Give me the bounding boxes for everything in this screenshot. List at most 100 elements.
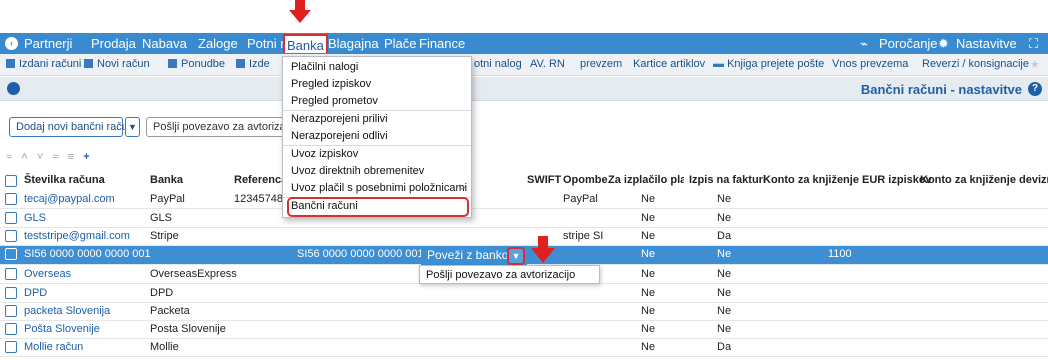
payroll-cell: Ne <box>641 193 656 205</box>
col-konto-eur[interactable]: Konto za knjiženje EUR izpiskov <box>763 174 932 186</box>
chevron-down-icon[interactable]: ▼ <box>507 247 525 265</box>
reports-link[interactable]: Poročanje <box>879 36 938 51</box>
chevron-down-icon[interactable]: ˅ <box>37 151 43 163</box>
expand-all-icon[interactable]: ≈ <box>52 151 58 163</box>
payroll-cell: Ne <box>641 268 656 280</box>
toolbar-vnos-prevzema[interactable]: Vnos prevzema <box>832 58 908 70</box>
page-title: Bančni računi - nastavitve <box>860 82 1022 97</box>
col-notes[interactable]: Opombe <box>563 174 608 186</box>
invoice-cell: Ne <box>717 212 732 224</box>
star-icon[interactable]: ★ <box>1030 58 1040 71</box>
menu-banka[interactable]: Banka <box>283 34 328 53</box>
connect-bank-label[interactable]: Poveži z banko <box>427 248 508 262</box>
notes-cell: stripe SI <box>563 230 604 242</box>
col-account[interactable]: Številka računa <box>24 174 105 186</box>
help-icon[interactable]: ? <box>1028 82 1042 96</box>
col-invoice[interactable]: Izpis na fakturi <box>689 174 766 186</box>
account-cell[interactable]: Mollie račun <box>24 341 83 353</box>
toolbar-novi-racun[interactable]: Novi račun <box>84 58 150 70</box>
toolbar-knjiga-prejete-poste[interactable]: ▬ Knjiga prejete pošte <box>713 58 824 70</box>
row-checkbox[interactable] <box>5 230 17 242</box>
menu-item-nerazporejeni-odlivi[interactable]: Nerazporejeni odlivi <box>291 130 388 142</box>
table-row[interactable]: tecaj@paypal.com PayPal 12345748 PayPal … <box>0 191 1048 209</box>
chevron-up-icon[interactable]: ˄ <box>21 151 27 163</box>
clock-icon[interactable] <box>7 82 20 95</box>
row-checkbox[interactable] <box>5 212 17 224</box>
menu-item-bancni-racuni[interactable]: Bančni računi <box>291 200 358 212</box>
account-cell[interactable]: tecaj@paypal.com <box>24 193 115 205</box>
col-payroll[interactable]: Za izplačilo plač <box>608 174 684 186</box>
table-header: Številka računa Banka Referenca SWIFT Op… <box>0 172 1048 190</box>
invoice-cell: Da <box>717 230 732 242</box>
invoice-cell: Da <box>717 341 732 353</box>
menu-item-pregled-prometov[interactable]: Pregled prometov <box>291 95 378 107</box>
toolbar-prevzem[interactable]: prevzem <box>580 58 622 70</box>
settings-link[interactable]: Nastavitve <box>956 36 1017 51</box>
menu-nabava[interactable]: Nabava <box>142 36 187 51</box>
gear-icon[interactable]: ✹ <box>938 36 949 52</box>
add-bank-account-button[interactable]: Dodaj novi bančni račun <box>9 117 134 137</box>
table-row[interactable]: GLS GLS Ne Ne <box>0 210 1048 228</box>
row-checkbox[interactable] <box>5 268 17 280</box>
menu-place[interactable]: Plače <box>384 36 417 51</box>
invoice-cell: Ne <box>717 287 732 299</box>
table-row[interactable]: Pošta Slovenije Posta Slovenije Ne Ne <box>0 321 1048 339</box>
menu-finance[interactable]: Finance <box>419 36 465 51</box>
account-cell[interactable]: teststripe@gmail.com <box>24 230 130 242</box>
account-cell[interactable]: Overseas <box>24 268 71 280</box>
account-cell[interactable]: DPD <box>24 287 47 299</box>
toolbar-reverzi[interactable]: Reverzi / konsignacije <box>922 58 1029 70</box>
document-icon <box>84 59 93 68</box>
menu-item-placilni-nalogi[interactable]: Plačilni nalogi <box>291 61 358 73</box>
menu-item-uvoz-direktnih-obremenitev[interactable]: Uvoz direktnih obremenitev <box>291 165 424 177</box>
row-checkbox[interactable] <box>5 248 17 260</box>
table-row[interactable]: teststripe@gmail.com Stripe stripe SI Ne… <box>0 228 1048 246</box>
fullscreen-icon[interactable]: ⛶ <box>1029 36 1038 52</box>
toolbar-izde[interactable]: Izde <box>236 58 270 70</box>
list-icon[interactable]: ≡ <box>68 151 74 163</box>
menu-blagajna[interactable]: Blagajna <box>328 36 379 51</box>
menu-item-nerazporejeni-prilivi[interactable]: Nerazporejeni prilivi <box>291 113 388 125</box>
row-checkbox[interactable] <box>5 193 17 205</box>
bank-cell: PayPal <box>150 193 185 205</box>
bank-cell: Packeta <box>150 305 190 317</box>
table-row[interactable]: packeta Slovenija Packeta Ne Ne <box>0 303 1048 321</box>
menu-partnerji[interactable]: Partnerji <box>24 36 72 51</box>
account-cell[interactable]: packeta Slovenija <box>24 305 110 317</box>
row-checkbox[interactable] <box>5 287 17 299</box>
add-icon[interactable]: + <box>83 151 89 163</box>
toolbar-izdani-racuni[interactable]: Izdani računi <box>6 58 81 70</box>
account-cell[interactable]: Pošta Slovenije <box>24 323 100 335</box>
reports-icon[interactable]: ⌁ <box>860 36 868 52</box>
table-row[interactable]: Mollie račun Mollie Ne Da <box>0 339 1048 357</box>
menu-prodaja[interactable]: Prodaja <box>91 36 136 51</box>
toolbar-ponudbe[interactable]: Ponudbe <box>168 58 225 70</box>
payroll-cell: Ne <box>641 305 656 317</box>
menu-item-uvoz-placil[interactable]: Uvoz plačil s posebnimi položnicami <box>291 182 467 194</box>
chevron-down-icon[interactable]: ▼ <box>125 117 140 137</box>
menu-item-uvoz-izpiskov[interactable]: Uvoz izpiskov <box>291 148 358 160</box>
account-cell[interactable]: GLS <box>24 212 46 224</box>
account-cell[interactable]: SI56 0000 0000 0000 001 <box>24 248 151 260</box>
back-icon[interactable]: ‹ <box>5 37 18 50</box>
collapse-all-icon[interactable]: ≈ <box>6 151 12 163</box>
col-swift[interactable]: SWIFT <box>527 174 561 186</box>
menu-zaloge[interactable]: Zaloge <box>198 36 238 51</box>
toolbar-potni-nalog[interactable]: otni nalog <box>474 58 522 70</box>
menu-item-pregled-izpiskov[interactable]: Pregled izpiskov <box>291 78 371 90</box>
payroll-cell: Ne <box>641 287 656 299</box>
select-all-checkbox[interactable] <box>5 175 17 187</box>
col-konto-foreign[interactable]: Konto za knjiženje deviznih <box>920 174 1048 186</box>
row-checkbox[interactable] <box>5 341 17 353</box>
table-row[interactable]: DPD DPD Ne Ne <box>0 285 1048 303</box>
row-checkbox[interactable] <box>5 323 17 335</box>
connect-bank-button[interactable]: Poveži z banko ▼ <box>421 247 527 265</box>
menu-item-send-auth-link[interactable]: Pošlji povezavo za avtorizacijo <box>426 269 575 281</box>
row-checkbox[interactable] <box>5 305 17 317</box>
col-reference[interactable]: Referenca <box>234 174 287 186</box>
toolbar-av-rn[interactable]: AV. RN <box>530 58 565 70</box>
col-bank[interactable]: Banka <box>150 174 183 186</box>
toolbar-kartice-artiklov[interactable]: Kartice artiklov <box>633 58 705 70</box>
send-link-button[interactable]: Pošlji povezavo za avtorizaci <box>146 117 286 137</box>
document-icon <box>168 59 177 68</box>
